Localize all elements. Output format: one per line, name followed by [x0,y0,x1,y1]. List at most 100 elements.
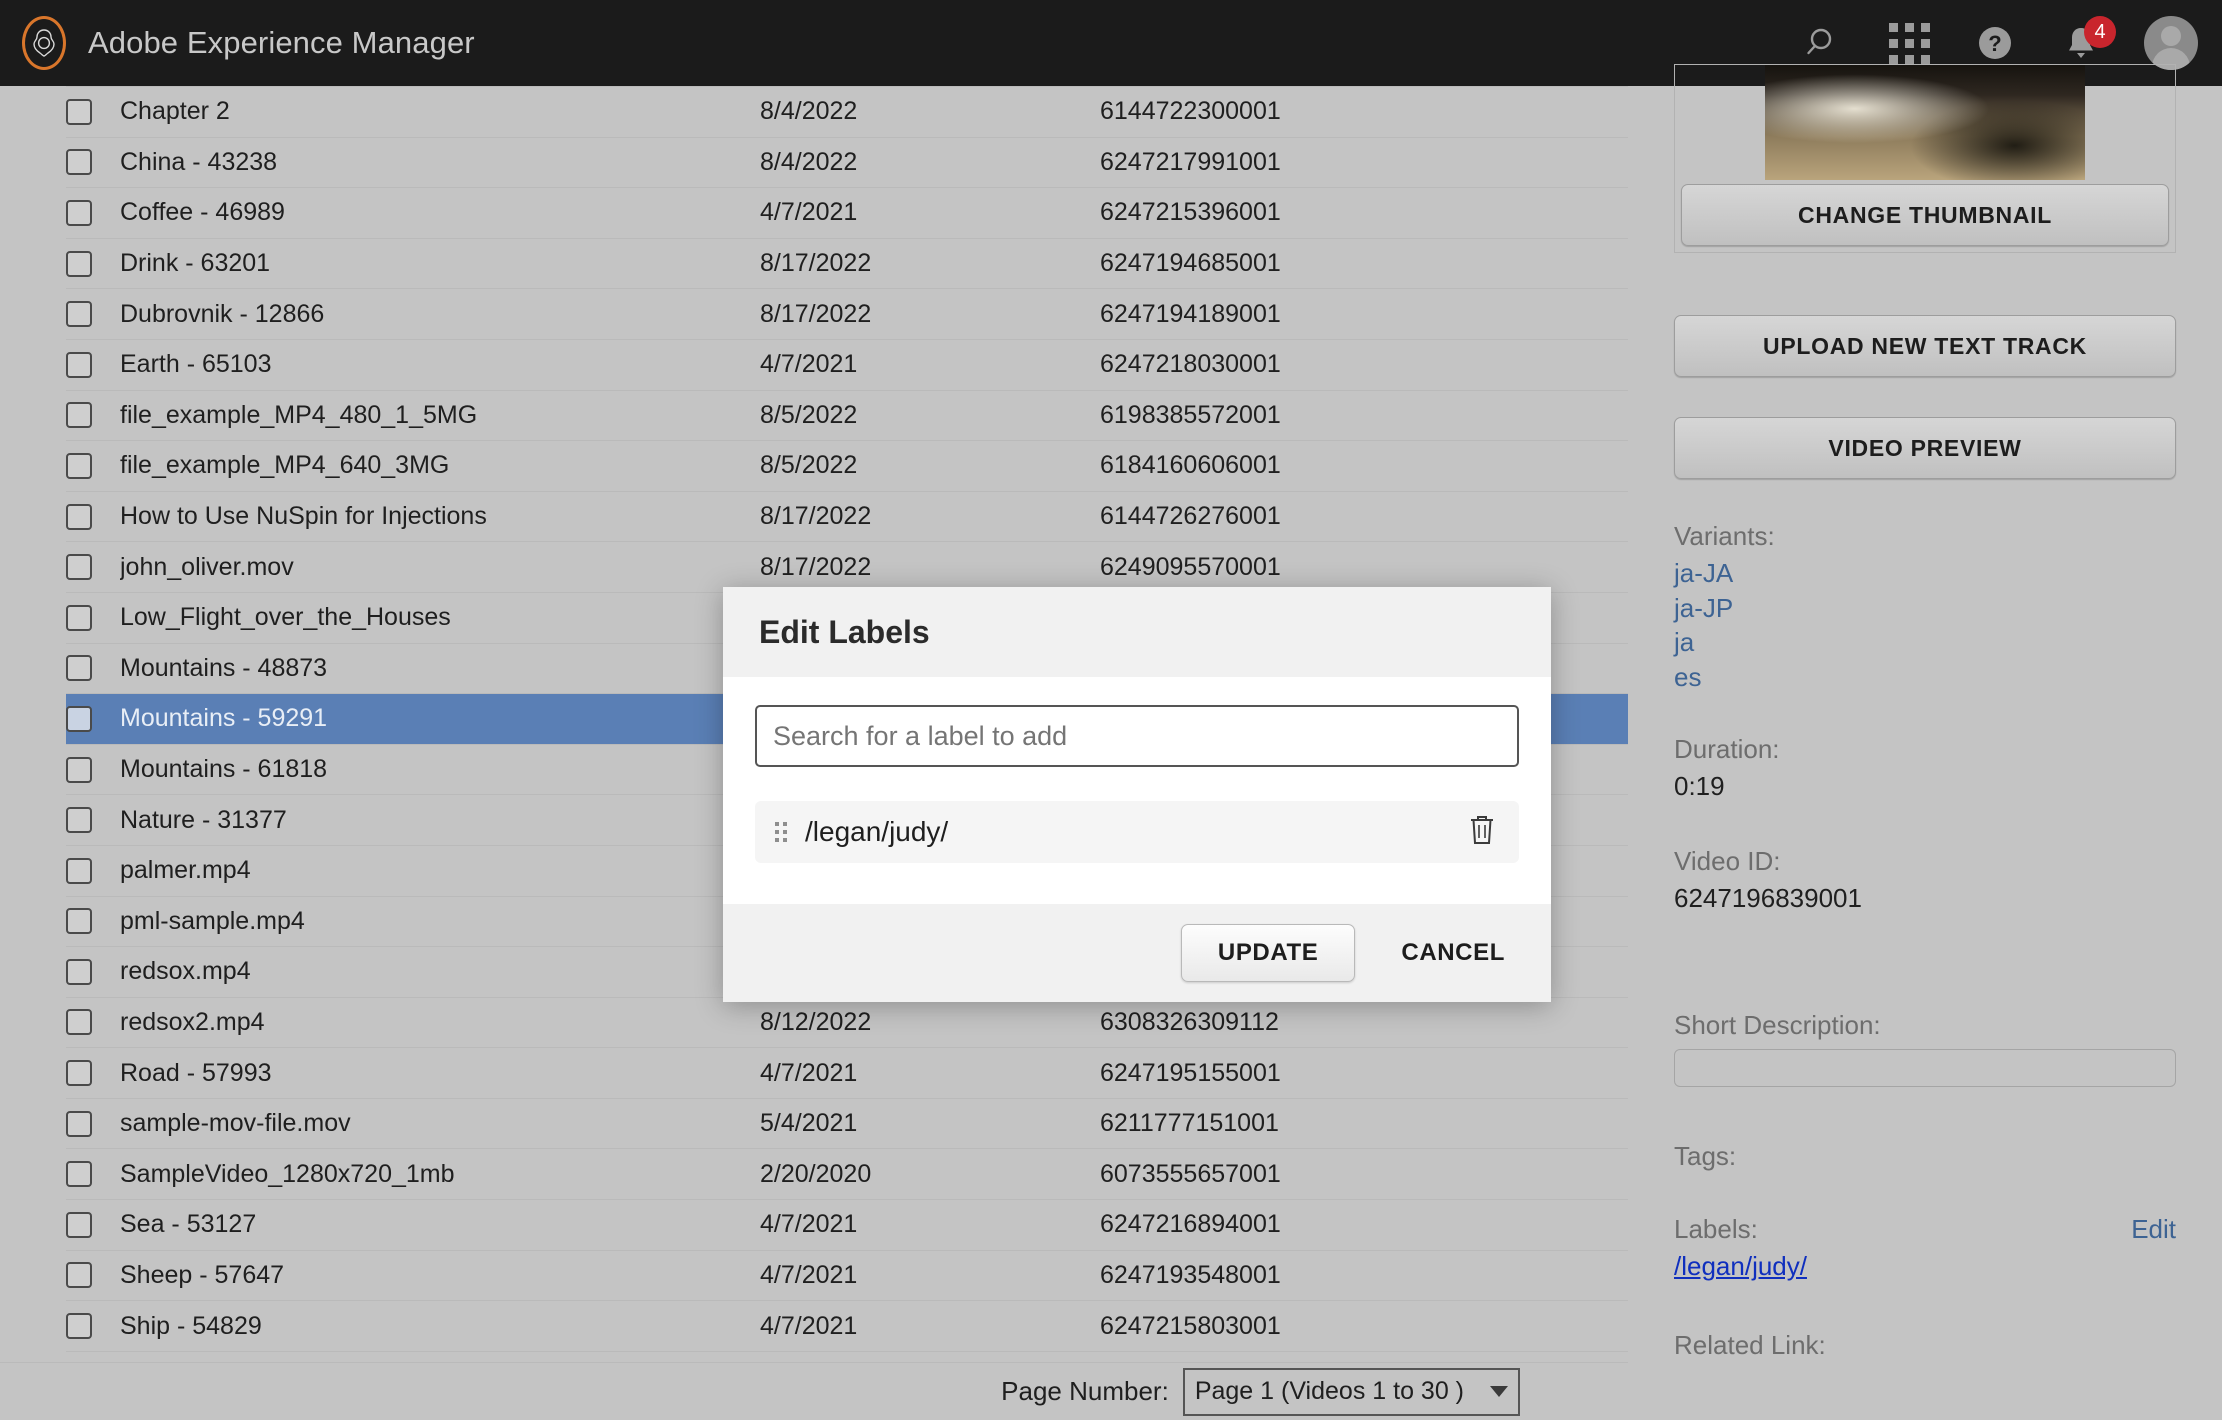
table-row[interactable]: Ship - 54829 4/7/2021 6247215803001 [66,1301,1628,1352]
row-video-name: China - 43238 [120,147,278,176]
dialog-title: Edit Labels [759,613,930,650]
short-description-section: Short Description: [1674,1010,2176,1088]
row-date: 8/17/2022 [760,502,872,531]
label-search-input[interactable] [755,705,1519,767]
help-icon[interactable]: ? [1972,20,2018,66]
labels-edit-link[interactable]: Edit [2131,1214,2176,1245]
user-avatar[interactable] [2144,16,2198,70]
row-video-id: 6247193548001 [1100,1260,1281,1289]
table-row[interactable]: China - 43238 8/4/2022 6247217991001 [66,138,1628,189]
row-checkbox[interactable] [66,1161,92,1188]
row-date: 8/5/2022 [760,451,858,480]
edit-labels-dialog: Edit Labels /legan/judy/ UPDATE CANCEL [723,587,1551,1002]
page-number-selected-value: Page 1 (Videos 1 to 30 ) [1194,1377,1464,1405]
row-date: 2/20/2020 [760,1159,872,1188]
variant-link-ja[interactable]: ja [1674,629,2176,656]
row-video-name: pml-sample.mp4 [120,906,305,935]
row-checkbox[interactable] [66,554,92,581]
table-row[interactable]: Drink - 63201 8/17/2022 6247194685001 [66,239,1628,290]
row-video-name: How to Use NuSpin for Injections [120,502,487,531]
row-video-id: 6073555657001 [1100,1159,1281,1188]
chevron-down-icon [1490,1386,1508,1397]
row-checkbox[interactable] [66,1211,92,1238]
row-checkbox[interactable] [66,705,92,732]
row-date: 4/7/2021 [760,1260,858,1289]
row-video-name: redsox2.mp4 [120,1007,265,1036]
variants-label: Variants: [1674,521,1775,551]
row-checkbox[interactable] [66,604,92,631]
table-row[interactable]: Dubrovnik - 12866 8/17/2022 6247194189001 [66,289,1628,340]
row-video-name: Low_Flight_over_the_Houses [120,603,451,632]
search-icon[interactable] [1800,20,1846,66]
row-video-name: john_oliver.mov [120,552,294,581]
table-row[interactable]: redsox2.mp4 8/12/2022 6308326309112 [66,998,1628,1049]
table-row[interactable]: Coffee - 46989 4/7/2021 6247215396001 [66,188,1628,239]
table-row[interactable]: Chapter 2 8/4/2022 6144722300001 [66,87,1628,138]
row-checkbox[interactable] [66,807,92,834]
page-number-select[interactable]: Page 1 (Videos 1 to 30 ) [1182,1367,1520,1416]
row-video-id: 6247194189001 [1100,299,1281,328]
row-video-name: file_example_MP4_480_1_5MG [120,400,478,429]
variant-link-ja-JP[interactable]: ja-JP [1674,594,2176,622]
avatar-head [2161,26,2181,46]
row-checkbox[interactable] [66,199,92,226]
table-row[interactable]: sample-mov-file.mov 5/4/2021 6211777151001 [66,1099,1628,1150]
table-row[interactable]: How to Use NuSpin for Injections 8/17/202… [66,492,1628,543]
row-checkbox[interactable] [66,857,92,884]
topbar-actions: ? 4 [1800,16,2222,70]
row-checkbox[interactable] [66,908,92,935]
row-checkbox[interactable] [66,503,92,530]
row-checkbox[interactable] [66,1313,92,1340]
table-row[interactable]: john_oliver.mov 8/17/2022 6249095570001 [66,542,1628,593]
trash-icon[interactable] [1467,813,1497,852]
row-checkbox[interactable] [66,351,92,378]
row-video-name: Mountains - 48873 [120,653,328,682]
table-row[interactable]: file_example_MP4_640_3MG 8/5/2022 61841606… [66,441,1628,492]
row-video-name: Sheep - 57647 [120,1260,285,1289]
apps-grid-glyph [1888,22,1930,64]
row-checkbox[interactable] [66,402,92,429]
tags-label: Tags: [1674,1141,1737,1172]
row-checkbox[interactable] [66,301,92,328]
cancel-button[interactable]: CANCEL [1401,939,1505,967]
apps-grid-icon[interactable] [1886,20,1932,66]
short-description-field[interactable] [1674,1049,2176,1088]
row-checkbox[interactable] [66,250,92,277]
row-checkbox[interactable] [66,756,92,783]
labels-value-link[interactable]: /legan/judy/ [1674,1251,2176,1282]
variant-link-ja-JA[interactable]: ja-JA [1674,560,2176,587]
table-row[interactable]: Sheep - 57647 4/7/2021 6247193548001 [66,1251,1628,1302]
row-checkbox[interactable] [66,452,92,479]
row-checkbox[interactable] [66,98,92,125]
table-row[interactable]: Earth - 65103 4/7/2021 6247218030001 [66,340,1628,391]
table-row[interactable]: Road - 57993 4/7/2021 6247195155001 [66,1048,1628,1099]
row-checkbox[interactable] [66,1110,92,1137]
row-checkbox[interactable] [66,1009,92,1036]
labels-section: Labels: Edit [1674,1214,2176,1245]
update-button[interactable]: UPDATE [1180,924,1356,982]
table-row[interactable]: file_example_MP4_480_1_5MG 8/5/2022 619838… [66,391,1628,442]
variant-link-es[interactable]: es [1674,664,2176,691]
drag-handle-icon[interactable] [775,822,787,842]
label-list-item[interactable]: /legan/judy/ [755,801,1519,863]
row-checkbox[interactable] [66,958,92,985]
row-video-name: Dubrovnik - 12866 [120,299,325,328]
row-video-id: 6247215803001 [1100,1311,1281,1340]
row-video-id: 6211777151001 [1100,1109,1279,1138]
pagination-bar: Page Number: Page 1 (Videos 1 to 30 ) [0,1362,1628,1420]
row-video-id: 6247194685001 [1100,249,1281,278]
row-video-id: 6249095570001 [1100,552,1281,581]
row-checkbox[interactable] [66,1262,92,1289]
upload-new-text-track-button[interactable]: UPLOAD NEW TEXT TRACK [1674,315,2176,377]
row-checkbox[interactable] [66,1060,92,1087]
table-row[interactable]: Sea - 53127 4/7/2021 6247216894001 [66,1200,1628,1251]
video-preview-button[interactable]: VIDEO PREVIEW [1674,417,2176,479]
table-row[interactable]: SampleVideo_1280x720_1mb 2/20/2020 6073555… [66,1149,1628,1201]
row-checkbox[interactable] [66,149,92,176]
row-video-id: 6144726276001 [1100,502,1281,531]
change-thumbnail-button[interactable]: CHANGE THUMBNAIL [1681,184,2169,246]
dialog-footer: UPDATE CANCEL [723,904,1551,1002]
duration-label: Duration: [1674,734,1780,765]
row-checkbox[interactable] [66,655,92,682]
notifications-bell-icon[interactable]: 4 [2058,16,2116,66]
